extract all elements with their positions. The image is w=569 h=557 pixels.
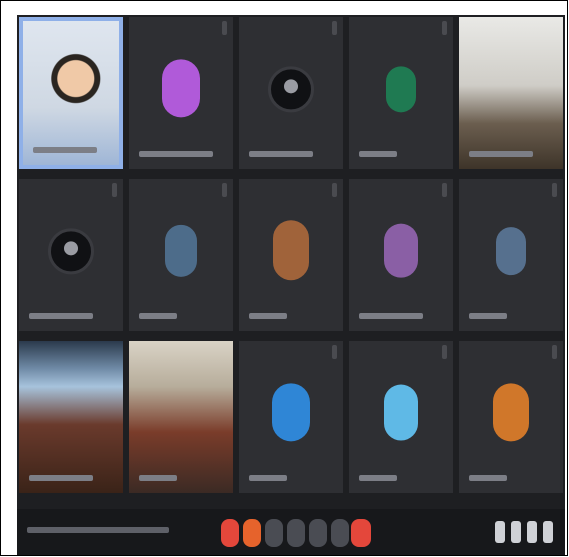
participant-tile[interactable]: [459, 179, 563, 331]
participant-name: [249, 475, 287, 481]
participant-name: [359, 475, 397, 481]
participant-name: [359, 313, 423, 319]
participant-avatar: [272, 383, 310, 442]
participant-tile-self[interactable]: [19, 17, 123, 169]
participant-grid: [17, 15, 565, 509]
chat-button[interactable]: [527, 521, 537, 543]
more-options-icon[interactable]: [112, 183, 117, 197]
participant-tile[interactable]: [19, 341, 123, 493]
participant-name: [29, 475, 93, 481]
participant-avatar: [165, 224, 197, 277]
participant-tile[interactable]: [239, 17, 343, 169]
participant-name: [29, 313, 93, 319]
activities-button[interactable]: [543, 521, 553, 543]
more-options-icon[interactable]: [442, 345, 447, 359]
participant-tile[interactable]: [129, 179, 233, 331]
more-options-icon[interactable]: [552, 345, 557, 359]
raise-hand-button[interactable]: [287, 519, 305, 547]
leave-call-button[interactable]: [351, 519, 371, 547]
participant-video: [19, 341, 123, 493]
participant-avatar: [273, 220, 309, 281]
more-options-icon[interactable]: [222, 21, 227, 35]
participant-name: [249, 313, 287, 319]
more-options-icon[interactable]: [442, 183, 447, 197]
participant-avatar: [268, 66, 314, 113]
more-options-icon[interactable]: [442, 21, 447, 35]
meeting-info-button[interactable]: [495, 521, 505, 543]
participant-video: [23, 21, 119, 165]
participant-tile[interactable]: [459, 341, 563, 493]
participant-avatar: [48, 228, 94, 275]
participant-avatar: [386, 66, 416, 113]
video-call-app: [17, 15, 565, 555]
participant-avatar: [162, 59, 200, 118]
participant-avatar: [384, 223, 418, 278]
more-options-icon[interactable]: [332, 21, 337, 35]
participant-tile[interactable]: [129, 17, 233, 169]
captions-button[interactable]: [265, 519, 283, 547]
more-options-button[interactable]: [331, 519, 349, 547]
participant-tile[interactable]: [19, 179, 123, 331]
more-options-icon[interactable]: [332, 345, 337, 359]
present-button[interactable]: [309, 519, 327, 547]
participant-avatar: [493, 383, 529, 442]
more-options-icon[interactable]: [332, 183, 337, 197]
meeting-details: [27, 527, 169, 533]
participant-name: [359, 151, 397, 157]
participant-name: [469, 475, 507, 481]
people-button[interactable]: [511, 521, 521, 543]
window-frame: [0, 0, 568, 556]
participant-tile[interactable]: [349, 17, 453, 169]
participant-tile[interactable]: [459, 17, 563, 169]
participant-name: [469, 313, 507, 319]
participant-avatar: [384, 384, 418, 441]
participant-video: [129, 341, 233, 493]
camera-toggle-button[interactable]: [243, 519, 261, 547]
meeting-control-bar: [17, 509, 565, 555]
participant-tile[interactable]: [239, 341, 343, 493]
participant-tile[interactable]: [239, 179, 343, 331]
participant-name: [139, 151, 213, 157]
participant-name: [469, 151, 533, 157]
more-options-icon[interactable]: [222, 183, 227, 197]
participant-name: [249, 151, 313, 157]
more-options-icon[interactable]: [552, 183, 557, 197]
participant-avatar: [496, 227, 526, 276]
participant-tile[interactable]: [129, 341, 233, 493]
participant-video: [459, 17, 563, 169]
participant-tile[interactable]: [349, 341, 453, 493]
mic-toggle-button[interactable]: [221, 519, 239, 547]
participant-name: [139, 475, 177, 481]
participant-tile[interactable]: [349, 179, 453, 331]
participant-name: [33, 147, 97, 153]
participant-name: [139, 313, 177, 319]
